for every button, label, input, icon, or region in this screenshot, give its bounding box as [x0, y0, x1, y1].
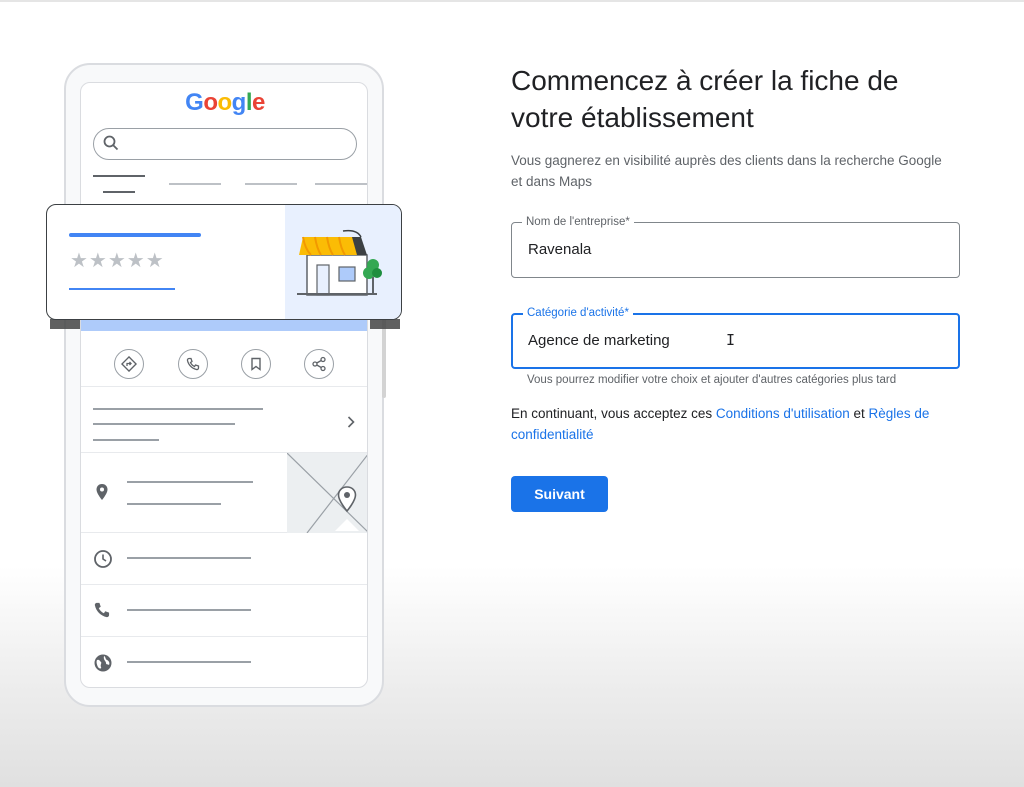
category-label: Catégorie d'activité* — [523, 306, 633, 320]
phone-screen: Google — [80, 82, 368, 688]
business-name-label: Nom de l'entreprise* — [522, 215, 634, 229]
placeholder-line — [127, 503, 221, 505]
top-divider — [0, 0, 1024, 2]
tab-line — [169, 183, 221, 185]
share-icon — [304, 349, 334, 379]
illustration-website-row — [81, 637, 367, 687]
illustration-address-row — [81, 453, 367, 533]
category-field[interactable]: Catégorie d'activité* Agence de marketin… — [511, 306, 960, 369]
illustration-tabs — [93, 175, 367, 195]
business-name-value[interactable]: Ravenala — [528, 241, 591, 258]
card-subtitle-bar — [69, 288, 175, 290]
logo-letter: G — [185, 89, 204, 116]
tab-line — [93, 175, 145, 177]
category-value[interactable]: Agence de marketing — [528, 332, 670, 349]
illustration-phone-row — [81, 585, 367, 637]
google-logo: Google — [81, 89, 367, 117]
tab-line — [103, 191, 135, 193]
location-pin-icon — [95, 483, 109, 506]
business-name-field[interactable]: Nom de l'entreprise* Ravenala — [511, 215, 960, 278]
illustration-search-bar — [93, 128, 357, 160]
category-helper-text: Vous pourrez modifier votre choix et ajo… — [527, 374, 897, 386]
illustration-actions — [81, 337, 367, 387]
globe-icon — [93, 653, 113, 678]
card-title-bar — [69, 233, 201, 237]
placeholder-line — [127, 481, 253, 483]
business-card-illustration: ★★★★★ — [46, 204, 402, 320]
text-cursor-icon: I — [726, 331, 736, 349]
logo-letter: o — [217, 89, 232, 116]
storefront-panel — [285, 205, 401, 319]
placeholder-line — [93, 423, 235, 425]
placeholder-line — [93, 408, 263, 410]
placeholder-line — [127, 661, 251, 663]
illustration-info-row — [81, 393, 367, 453]
illustration-hours-row — [81, 533, 367, 585]
bookmark-icon — [241, 349, 271, 379]
page-title: Commencez à créer la fiche de votre étab… — [511, 65, 899, 133]
clock-icon — [93, 549, 113, 574]
illustration-blue-band — [81, 319, 367, 331]
logo-letter: g — [231, 89, 247, 116]
terms-notice: En continuant, vous acceptez ces Conditi… — [511, 403, 971, 445]
chevron-right-icon — [347, 415, 355, 433]
rating-stars: ★★★★★ — [70, 250, 165, 272]
terms-middle: et — [849, 406, 869, 421]
terms-of-service-link[interactable]: Conditions d'utilisation — [716, 406, 850, 421]
storefront-icon — [297, 229, 389, 302]
tab-line — [245, 183, 297, 185]
logo-letter: e — [252, 89, 265, 116]
map-thumbnail — [287, 453, 367, 533]
phone-icon — [178, 349, 208, 379]
search-icon — [102, 134, 120, 157]
terms-prefix: En continuant, vous acceptez ces — [511, 406, 716, 421]
directions-icon — [114, 349, 144, 379]
page-subtitle: Vous gagnerez en visibilité auprès des c… — [511, 153, 942, 189]
tab-line — [315, 183, 367, 185]
placeholder-line — [127, 609, 251, 611]
placeholder-line — [127, 557, 251, 559]
next-button[interactable]: Suivant — [511, 476, 608, 512]
placeholder-line — [93, 439, 159, 441]
logo-letter: o — [203, 89, 218, 116]
phone-icon — [93, 601, 111, 624]
